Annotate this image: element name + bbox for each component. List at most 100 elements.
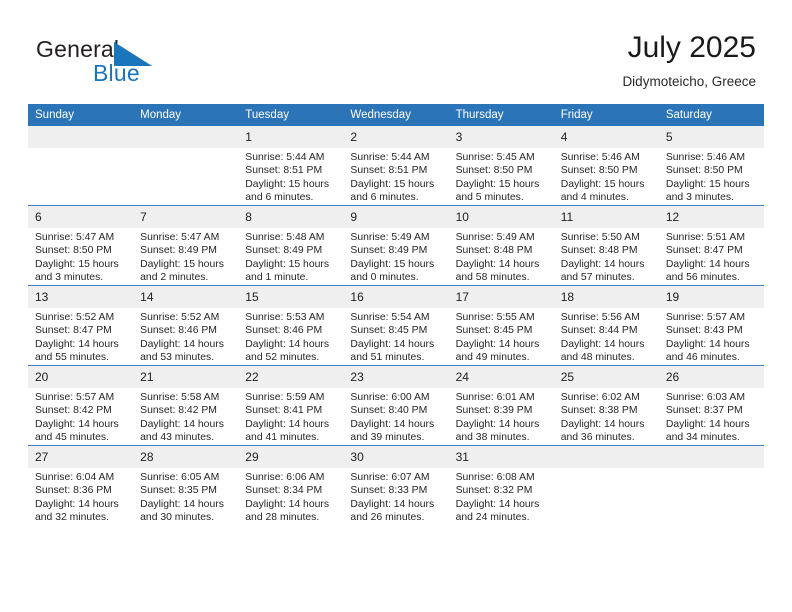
day-cell[interactable]: 1 Sunrise: 5:44 AM Sunset: 8:51 PM Daylight…: [238, 126, 344, 206]
day-cell[interactable]: 18 Sunrise: 5:56 AM Sunset: 8:44 PM Dayligh…: [553, 285, 659, 366]
day-cell[interactable]: 2 Sunrise: 5:44 AM Sunset: 8:51 PM Daylight…: [343, 126, 449, 206]
general-blue-logo[interactable]: General Blue: [36, 36, 236, 90]
day-details: Sunrise: 5:46 AM Sunset: 8:50 PM Daylight:…: [554, 148, 659, 205]
daylight-text-line1: Daylight: 14 hours: [350, 338, 435, 350]
day-number: 21: [133, 366, 239, 388]
day-cell[interactable]: 11 Sunrise: 5:50 AM Sunset: 8:48 PM Dayligh…: [553, 205, 659, 286]
day-cell[interactable]: 24 Sunrise: 6:01 AM Sunset: 8:39 PM Dayligh…: [448, 365, 554, 446]
day-details: [133, 148, 238, 151]
day-number: 8: [238, 206, 344, 228]
day-cell[interactable]: [133, 126, 239, 206]
day-cell[interactable]: 31 Sunrise: 6:08 AM Sunset: 8:32 PM Dayligh…: [448, 445, 554, 525]
day-number: 14: [133, 286, 239, 308]
day-number: [133, 126, 239, 148]
day-cell[interactable]: 12 Sunrise: 5:51 AM Sunset: 8:47 PM Dayligh…: [658, 205, 764, 286]
daylight-text-line1: Daylight: 14 hours: [140, 498, 224, 510]
daylight-text-line1: Daylight: 15 hours: [455, 178, 540, 190]
day-cell[interactable]: [658, 445, 764, 525]
day-cell[interactable]: 26 Sunrise: 6:03 AM Sunset: 8:37 PM Dayligh…: [658, 365, 764, 446]
day-cell[interactable]: 21 Sunrise: 5:58 AM Sunset: 8:42 PM Dayligh…: [133, 365, 239, 446]
daylight-text-line1: Daylight: 14 hours: [455, 258, 540, 270]
day-details: Sunrise: 6:07 AM Sunset: 8:33 PM Daylight:…: [343, 468, 448, 525]
calendar-week-row: 1 Sunrise: 5:44 AM Sunset: 8:51 PM Daylight…: [28, 126, 764, 206]
daylight-text-line1: Daylight: 14 hours: [665, 338, 750, 350]
sunset-text: Sunset: 8:45 PM: [350, 325, 428, 337]
day-cell[interactable]: 8 Sunrise: 5:48 AM Sunset: 8:49 PM Daylight…: [238, 205, 344, 286]
day-cell[interactable]: 23 Sunrise: 6:00 AM Sunset: 8:40 PM Dayligh…: [343, 365, 449, 446]
day-number: 5: [658, 126, 764, 148]
weekday-header-monday: Monday: [133, 104, 239, 126]
day-number: 15: [238, 286, 344, 308]
weekday-header-wednesday: Wednesday: [343, 104, 449, 126]
sunset-text: Sunset: 8:47 PM: [665, 245, 743, 257]
day-cell[interactable]: 22 Sunrise: 5:59 AM Sunset: 8:41 PM Dayligh…: [238, 365, 344, 446]
day-cell[interactable]: 13 Sunrise: 5:52 AM Sunset: 8:47 PM Dayligh…: [28, 285, 134, 366]
sunrise-text: Sunrise: 5:50 AM: [560, 232, 640, 243]
daylight-text-line2: and 52 minutes.: [245, 352, 320, 364]
day-cell[interactable]: 27 Sunrise: 6:04 AM Sunset: 8:36 PM Dayligh…: [28, 445, 134, 525]
day-cell[interactable]: 19 Sunrise: 5:57 AM Sunset: 8:43 PM Dayligh…: [658, 285, 764, 366]
day-number: 9: [343, 206, 449, 228]
sunrise-text: Sunrise: 5:52 AM: [140, 312, 220, 323]
sunrise-text: Sunrise: 5:54 AM: [350, 312, 430, 323]
day-cell[interactable]: 3 Sunrise: 5:45 AM Sunset: 8:50 PM Daylight…: [448, 126, 554, 206]
day-cell[interactable]: 25 Sunrise: 6:02 AM Sunset: 8:38 PM Dayligh…: [553, 365, 659, 446]
day-cell[interactable]: 15 Sunrise: 5:53 AM Sunset: 8:46 PM Dayligh…: [238, 285, 344, 366]
sunrise-text: Sunrise: 5:59 AM: [245, 392, 325, 403]
daylight-text-line1: Daylight: 14 hours: [455, 498, 540, 510]
day-cell[interactable]: 9 Sunrise: 5:49 AM Sunset: 8:49 PM Daylight…: [343, 205, 449, 286]
daylight-text-line2: and 45 minutes.: [35, 432, 109, 444]
sunrise-text: Sunrise: 5:55 AM: [455, 312, 535, 323]
day-cell[interactable]: 20 Sunrise: 5:57 AM Sunset: 8:42 PM Dayligh…: [28, 365, 134, 446]
day-cell[interactable]: 29 Sunrise: 6:06 AM Sunset: 8:34 PM Dayligh…: [238, 445, 344, 525]
day-cell[interactable]: 10 Sunrise: 5:49 AM Sunset: 8:48 PM Dayligh…: [448, 205, 554, 286]
daylight-text-line2: and 5 minutes.: [455, 192, 524, 204]
sunrise-text: Sunrise: 6:04 AM: [35, 472, 115, 483]
day-cell[interactable]: 16 Sunrise: 5:54 AM Sunset: 8:45 PM Dayligh…: [343, 285, 449, 366]
day-number: 23: [343, 366, 449, 388]
weekday-header-friday: Friday: [553, 104, 659, 126]
sunrise-text: Sunrise: 6:06 AM: [245, 472, 325, 483]
day-details: Sunrise: 6:06 AM Sunset: 8:34 PM Daylight:…: [238, 468, 343, 525]
day-cell[interactable]: 4 Sunrise: 5:46 AM Sunset: 8:50 PM Daylight…: [553, 126, 659, 206]
daylight-text-line2: and 6 minutes.: [245, 192, 314, 204]
day-details: Sunrise: 6:00 AM Sunset: 8:40 PM Daylight:…: [343, 388, 448, 445]
day-cell[interactable]: 7 Sunrise: 5:47 AM Sunset: 8:49 PM Daylight…: [133, 205, 239, 286]
daylight-text-line1: Daylight: 15 hours: [560, 178, 645, 190]
daylight-text-line2: and 57 minutes.: [560, 272, 635, 284]
daylight-text-line2: and 55 minutes.: [35, 352, 109, 364]
day-cell[interactable]: 30 Sunrise: 6:07 AM Sunset: 8:33 PM Dayligh…: [343, 445, 449, 525]
day-details: Sunrise: 5:52 AM Sunset: 8:47 PM Daylight:…: [28, 308, 133, 365]
calendar-page: General Blue July 2025 Didymoteicho, Gre…: [0, 0, 792, 612]
day-number: [553, 446, 659, 468]
day-number: 6: [28, 206, 134, 228]
sunrise-text: Sunrise: 5:47 AM: [140, 232, 220, 243]
sunset-text: Sunset: 8:42 PM: [140, 405, 217, 417]
sunrise-text: Sunrise: 6:02 AM: [560, 392, 640, 403]
day-details: Sunrise: 5:49 AM Sunset: 8:49 PM Daylight:…: [343, 228, 448, 285]
daylight-text-line1: Daylight: 14 hours: [35, 338, 119, 350]
day-cell[interactable]: 6 Sunrise: 5:47 AM Sunset: 8:50 PM Daylight…: [28, 205, 134, 286]
day-cell[interactable]: [28, 126, 134, 206]
daylight-text-line1: Daylight: 14 hours: [245, 498, 330, 510]
page-header: General Blue July 2025 Didymoteicho, Gre…: [0, 0, 792, 104]
daylight-text-line2: and 3 minutes.: [35, 272, 104, 284]
day-cell[interactable]: 5 Sunrise: 5:46 AM Sunset: 8:50 PM Daylight…: [658, 126, 764, 206]
daylight-text-line2: and 26 minutes.: [350, 512, 425, 524]
day-details: Sunrise: 6:05 AM Sunset: 8:35 PM Daylight:…: [133, 468, 238, 525]
sunset-text: Sunset: 8:50 PM: [560, 165, 638, 177]
day-number: 22: [238, 366, 344, 388]
weekday-header-thursday: Thursday: [448, 104, 554, 126]
sunrise-text: Sunrise: 5:48 AM: [245, 232, 325, 243]
sunrise-text: Sunrise: 5:53 AM: [245, 312, 325, 323]
daylight-text-line1: Daylight: 14 hours: [35, 418, 119, 430]
sunset-text: Sunset: 8:32 PM: [455, 485, 533, 497]
day-details: Sunrise: 5:49 AM Sunset: 8:48 PM Daylight:…: [449, 228, 554, 285]
day-cell[interactable]: 14 Sunrise: 5:52 AM Sunset: 8:46 PM Dayligh…: [133, 285, 239, 366]
day-cell[interactable]: 28 Sunrise: 6:05 AM Sunset: 8:35 PM Dayligh…: [133, 445, 239, 525]
sunrise-text: Sunrise: 5:56 AM: [560, 312, 640, 323]
sunrise-text: Sunrise: 6:03 AM: [665, 392, 745, 403]
day-cell[interactable]: [553, 445, 659, 525]
day-cell[interactable]: 17 Sunrise: 5:55 AM Sunset: 8:45 PM Dayligh…: [448, 285, 554, 366]
sunset-text: Sunset: 8:43 PM: [665, 325, 743, 337]
